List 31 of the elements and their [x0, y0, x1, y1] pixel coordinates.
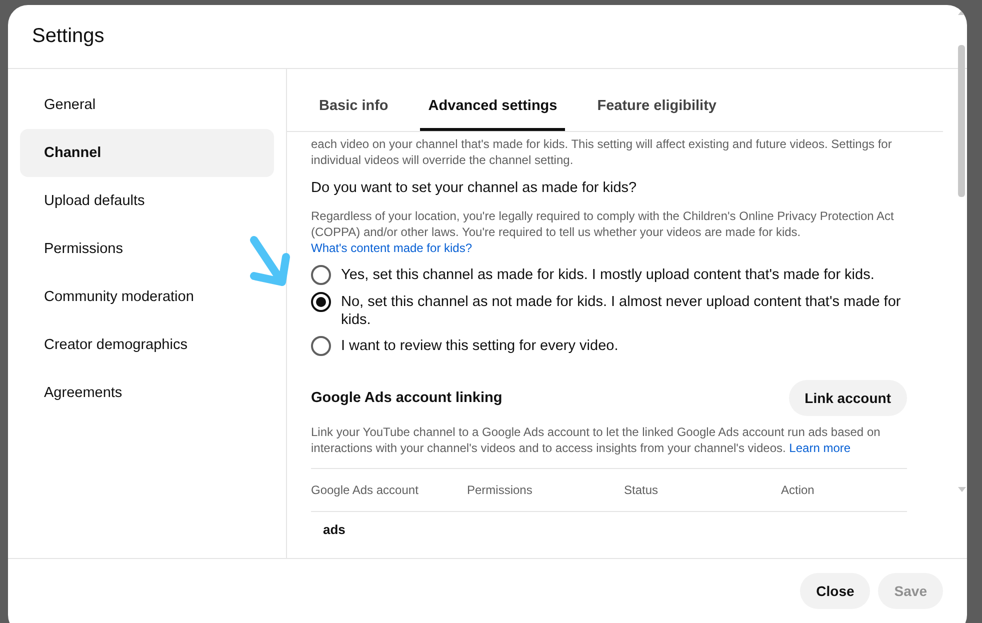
- coppa-note: Regardless of your location, you're legally required to comply with the Children's Online Privacy Protection Act (COPPA) and/or other laws. You're required to tell us whether your videos are made for kids. What's content made for kids?: [311, 208, 895, 256]
- sidebar-item[interactable]: Permissions: [20, 225, 274, 273]
- ads-description: Link your YouTube channel to a Google Ads account to let the linked Google Ads account run ads based on interactions with your channel's videos and to access insights from your channel's videos. Learn more: [311, 424, 882, 456]
- table-cell-text: ads: [322, 522, 346, 537]
- sidebar-item[interactable]: Upload defaults: [20, 177, 274, 225]
- help-link[interactable]: What's content made for kids?: [311, 241, 472, 255]
- radio-label: Yes, set this channel as made for kids. I mostly upload content that's made for kids.: [341, 266, 874, 284]
- tab[interactable]: Basic info: [311, 69, 396, 131]
- tab[interactable]: Advanced settings: [420, 69, 566, 131]
- radio-label: I want to review this setting for every video.: [341, 337, 618, 355]
- radio-button[interactable]: [311, 336, 331, 356]
- column-header: Status: [624, 483, 660, 497]
- dialog-title: Settings: [32, 25, 104, 48]
- sidebar-item[interactable]: General: [20, 81, 274, 129]
- sidebar-item[interactable]: Community moderation: [20, 273, 274, 321]
- question-heading: Do you want to set your channel as made for kids?: [311, 180, 638, 196]
- column-header: Google Ads account: [311, 483, 420, 497]
- column-header: Permissions: [467, 483, 534, 497]
- sidebar-item[interactable]: Creator demographics: [20, 321, 274, 369]
- sidebar-item[interactable]: Agreements: [20, 369, 274, 417]
- tab[interactable]: Feature eligibility: [589, 69, 724, 131]
- intro-text: each video on your channel that's made for kids. This setting will affect existing and future videos. Settings for individual videos will override the channel setting.: [311, 136, 893, 168]
- dialog-button[interactable]: Close: [800, 573, 870, 609]
- sidebar-item[interactable]: Channel: [20, 129, 274, 177]
- radio-button[interactable]: [311, 265, 331, 285]
- radio-button[interactable]: [311, 292, 331, 312]
- link-account-button[interactable]: Link account: [788, 380, 907, 416]
- learn-more-link[interactable]: Learn more: [789, 441, 851, 455]
- column-header: Action: [781, 483, 816, 497]
- section-heading: Google Ads account linking: [311, 390, 502, 406]
- radio-label: No, set this channel as not made for kids. I almost never upload content that's made for kids.: [341, 293, 902, 329]
